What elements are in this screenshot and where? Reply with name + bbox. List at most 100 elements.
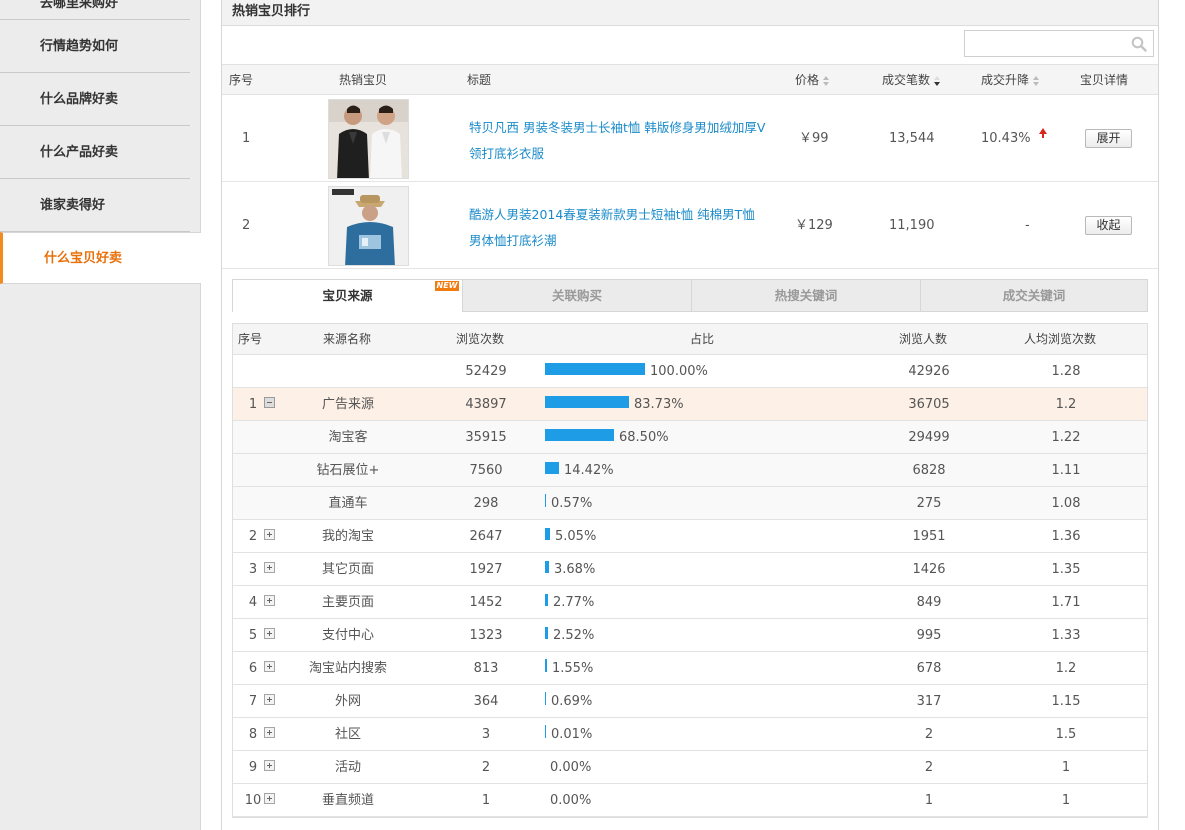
row-index: 1 [242, 131, 251, 146]
ratio-bar [545, 561, 549, 573]
expand-plus-icon[interactable] [264, 628, 275, 639]
expand-plus-icon[interactable] [264, 694, 275, 705]
product-image [329, 187, 408, 265]
avg-views: 1.2 [1055, 661, 1077, 676]
collapse-button[interactable]: 收起 [1085, 216, 1132, 235]
views-count: 2 [481, 760, 491, 775]
col-detail: 宝贝详情 [1080, 73, 1129, 87]
expand-plus-icon[interactable] [264, 661, 275, 672]
product-title-link[interactable]: 特贝凡西 男装冬装男士长袖t恤 韩版修身男加绒加厚V 领打底衫衣服 [469, 115, 769, 167]
product-thumbnail[interactable] [328, 186, 409, 266]
sidebar-item-partial[interactable]: 去哪里采购好 [0, 0, 190, 20]
sidebar-item-brand[interactable]: 什么品牌好卖 [0, 74, 190, 126]
ratio-percent: 0.01% [551, 727, 593, 742]
expand-plus-icon[interactable] [264, 529, 275, 540]
visitors-count: 2 [924, 760, 934, 775]
source-name: 淘宝客 [328, 430, 368, 445]
visitors-count: 1426 [912, 562, 946, 577]
sidebar-item-label: 什么品牌好卖 [40, 92, 119, 107]
hot-table-header: 序号 热销宝贝 标题 价格 成交笔数 成交升降 宝贝详情 [222, 64, 1158, 95]
avg-views: 1.36 [1051, 529, 1081, 544]
avg-views: 1.22 [1051, 430, 1081, 445]
avg-views: 1.35 [1051, 562, 1081, 577]
col-deals-sort[interactable]: 成交笔数 [882, 65, 941, 95]
sidebar-item-label: 什么宝贝好卖 [44, 251, 123, 266]
visitors-count: 1951 [912, 529, 946, 544]
avg-views: 1.71 [1051, 595, 1081, 610]
table-row: 1 广告来源 43897 36705 1.2 83.73% [233, 388, 1147, 421]
collapse-minus-icon[interactable] [264, 397, 275, 408]
deals-count: 13,544 [889, 131, 935, 146]
tab-deal-keywords[interactable]: 成交关键词 [920, 280, 1147, 311]
ratio-percent: 2.77% [553, 595, 595, 610]
avg-views: 1 [1061, 760, 1071, 775]
source-table-header: 序号 来源名称 浏览次数 占比 浏览人数 人均浏览次数 [233, 324, 1147, 355]
sidebar-item-hot-item[interactable]: 什么宝贝好卖 [0, 232, 201, 284]
deal-change: 10.43% [981, 95, 1047, 182]
new-badge: NEW [435, 281, 459, 291]
sort-icon [823, 75, 830, 86]
sidebar-item-label: 行情趋势如何 [40, 39, 119, 54]
visitors-count: 849 [916, 595, 942, 610]
product-title-line: 领打底衫衣服 [469, 146, 545, 161]
sidebar-item-product[interactable]: 什么产品好卖 [0, 127, 190, 179]
sidebar-item-market-trend[interactable]: 行情趋势如何 [0, 21, 190, 73]
expand-plus-icon[interactable] [264, 760, 275, 771]
visitors-count: 995 [916, 628, 942, 643]
views-count: 1452 [469, 595, 503, 610]
views-count: 1323 [469, 628, 503, 643]
table-row: 8 社区 3 2 1.5 0.01% [233, 718, 1147, 751]
product-thumbnail[interactable] [328, 99, 409, 179]
avg-views: 1.2 [1055, 397, 1077, 412]
sidebar-item-seller[interactable]: 谁家卖得好 [0, 180, 190, 232]
price: ￥99 [799, 131, 829, 146]
expand-plus-icon[interactable] [264, 727, 275, 738]
views-count: 813 [473, 661, 499, 676]
col-price-sort[interactable]: 价格 [795, 65, 830, 95]
sidebar-item-label: 谁家卖得好 [40, 198, 106, 213]
visitors-count: 275 [916, 496, 942, 511]
deals-count: 11,190 [889, 218, 935, 233]
product-title-line: 酷游人男装2014春夏装新款男士短袖t恤 纯棉男T恤 [469, 207, 755, 222]
ratio-percent: 0.69% [551, 694, 593, 709]
col-change-sort[interactable]: 成交升降 [981, 65, 1040, 95]
col-title: 标题 [467, 73, 492, 87]
views-count: 364 [473, 694, 499, 709]
col-index: 序号 [229, 73, 254, 87]
views-count: 3 [481, 727, 491, 742]
col-views: 浏览次数 [456, 332, 505, 346]
panel-title: 热销宝贝排行 [222, 0, 1158, 26]
expand-plus-icon[interactable] [264, 793, 275, 804]
source-table-body: 52429 42926 1.28 100.00% 1 广告来源 43897 36705 1.2 8… [233, 355, 1147, 817]
col-ratio: 占比 [690, 332, 715, 346]
ratio-percent: 3.68% [554, 562, 596, 577]
expand-plus-icon[interactable] [264, 595, 275, 606]
arrow-up-icon [1038, 128, 1047, 140]
product-image [329, 100, 408, 178]
avg-views: 1.15 [1051, 694, 1081, 709]
sidebar-item-label: 什么产品好卖 [40, 145, 119, 160]
ratio-bar [545, 659, 547, 672]
avg-views: 1.33 [1051, 628, 1081, 643]
search-icon[interactable] [1131, 36, 1147, 52]
sort-icon [1033, 75, 1040, 86]
table-row: 4 主要页面 1452 849 1.71 2.77% [233, 586, 1147, 619]
ratio-percent: 83.73% [634, 397, 684, 412]
table-row: 3 其它页面 1927 1426 1.35 3.68% [233, 553, 1147, 586]
ratio-percent: 0.57% [551, 496, 593, 511]
tab-item-source[interactable]: 宝贝来源 NEW [233, 280, 462, 312]
search-input[interactable] [964, 30, 1154, 57]
table-row: 淘宝客 35915 29499 1.22 68.50% [233, 421, 1147, 454]
visitors-count: 1 [924, 793, 934, 808]
ratio-percent: 68.50% [619, 430, 669, 445]
ratio-bar [545, 396, 629, 408]
ratio-percent: 1.55% [552, 661, 594, 676]
product-title-link[interactable]: 酷游人男装2014春夏装新款男士短袖t恤 纯棉男T恤 男体恤打底衫潮 [469, 202, 769, 254]
tab-hot-keywords[interactable]: 热搜关键词 [691, 280, 920, 311]
expand-button[interactable]: 展开 [1085, 129, 1132, 148]
price: ￥129 [795, 218, 833, 233]
expand-plus-icon[interactable] [264, 562, 275, 573]
col-name: 来源名称 [323, 332, 372, 346]
table-row: 52429 42926 1.28 100.00% [233, 355, 1147, 388]
tab-related-purchase[interactable]: 关联购买 [462, 280, 691, 311]
